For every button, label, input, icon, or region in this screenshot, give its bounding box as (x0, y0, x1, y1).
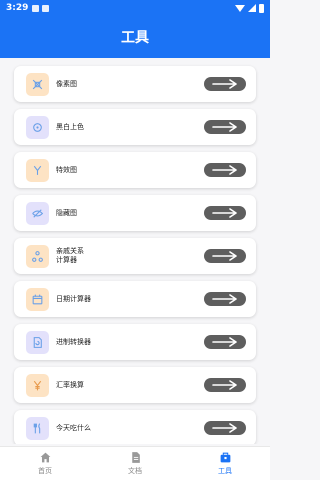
tool-card[interactable]: 隐藏图 (14, 195, 256, 231)
tool-card[interactable]: 日期计算器 (14, 281, 256, 317)
tool-card[interactable]: 汇率换算 (14, 367, 256, 403)
nav-docs-label: 文档 (128, 467, 142, 475)
open-tool-button[interactable] (204, 292, 246, 306)
document-icon (131, 452, 140, 463)
open-tool-button[interactable] (204, 249, 246, 263)
status-bar: 3:29 (0, 0, 270, 16)
nav-tools-label: 工具 (218, 467, 232, 475)
open-tool-button[interactable] (204, 378, 246, 392)
nav-tools[interactable]: 工具 (180, 447, 270, 480)
arrow-right-icon (212, 122, 237, 132)
tool-label: 日期计算器 (56, 294, 91, 303)
tool-label: 像素图 (56, 79, 77, 88)
nav-home-label: 首页 (38, 467, 52, 475)
tool-label: 今天吃什么 (56, 423, 91, 432)
arrow-right-icon (212, 79, 237, 89)
family-tree-icon (26, 244, 49, 268)
bottom-nav: 首页 文档 工具 (0, 446, 270, 480)
tool-label: 黑白上色 (56, 122, 84, 131)
tool-label: 亲戚关系 计算器 (56, 247, 84, 264)
open-tool-button[interactable] (204, 206, 246, 220)
battery-icon (259, 3, 264, 13)
nav-home[interactable]: 首页 (0, 447, 90, 480)
arrow-right-icon (212, 165, 237, 175)
image-notification-icon (42, 4, 50, 12)
open-tool-button[interactable] (204, 421, 246, 435)
tool-card[interactable]: 特效图 (14, 152, 256, 188)
arrow-right-icon (212, 294, 237, 304)
arrow-right-icon (212, 208, 237, 218)
open-tool-button[interactable] (204, 120, 246, 134)
colorize-icon (26, 115, 49, 139)
effect-icon (26, 158, 49, 182)
home-icon (40, 452, 50, 463)
tool-label: 汇率换算 (56, 380, 84, 389)
page-title: 工具 (121, 30, 149, 46)
food-icon (26, 416, 49, 440)
tool-card[interactable]: 亲戚关系 计算器 (14, 238, 256, 274)
wifi-icon (235, 4, 245, 12)
open-tool-button[interactable] (204, 163, 246, 177)
yen-icon (26, 373, 49, 397)
signal-icon (248, 4, 256, 12)
base-convert-icon (26, 330, 49, 354)
tool-label: 隐藏图 (56, 208, 77, 217)
open-tool-button[interactable] (204, 77, 246, 91)
tool-card[interactable]: 像素图 (14, 66, 256, 102)
tool-list[interactable]: 像素图黑白上色特效图隐藏图亲戚关系 计算器日期计算器进制转换器汇率换算今天吃什么 (0, 60, 270, 444)
calendar-icon (26, 287, 49, 311)
tool-label: 特效图 (56, 165, 77, 174)
arrow-right-icon (212, 380, 237, 390)
arrow-right-icon (212, 251, 237, 261)
arrow-right-icon (212, 337, 237, 347)
arrow-right-icon (212, 423, 237, 433)
app-bar: 工具 (0, 16, 270, 58)
tool-label: 进制转换器 (56, 337, 91, 346)
status-time: 3:29 (6, 3, 29, 13)
open-tool-button[interactable] (204, 335, 246, 349)
tool-card[interactable]: 今天吃什么 (14, 410, 256, 444)
pixel-grid-icon (26, 72, 49, 96)
notification-icon (32, 4, 40, 12)
tool-card[interactable]: 黑白上色 (14, 109, 256, 145)
tool-card[interactable]: 进制转换器 (14, 324, 256, 360)
toolbox-icon (220, 452, 230, 463)
nav-docs[interactable]: 文档 (90, 447, 180, 480)
hidden-image-icon (26, 201, 49, 225)
